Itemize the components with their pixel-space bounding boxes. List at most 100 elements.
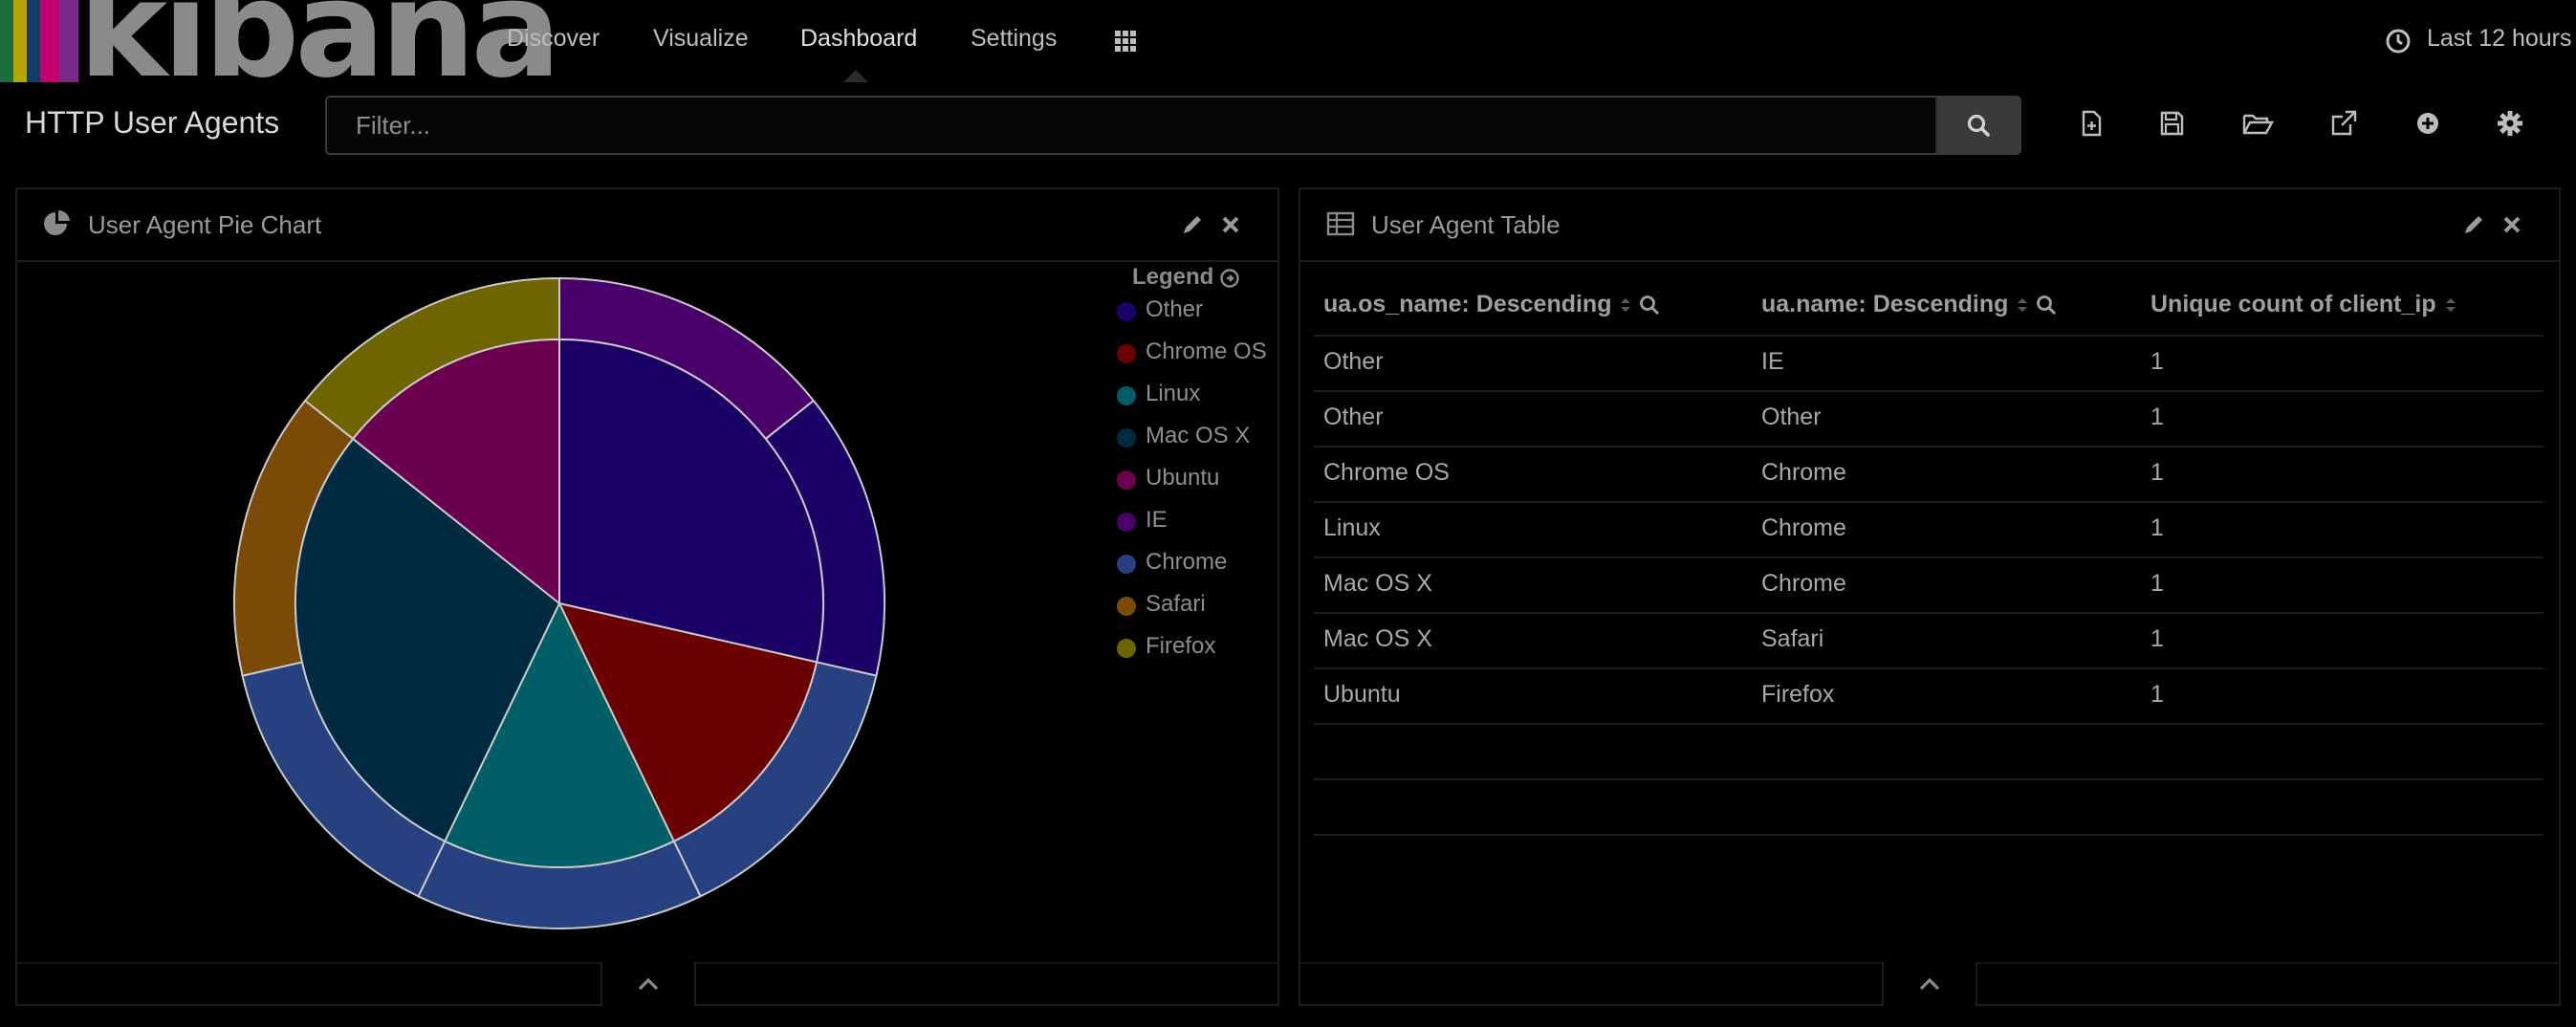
- share-icon[interactable]: [2329, 109, 2358, 138]
- legend-color-swatch: [1117, 302, 1136, 321]
- close-icon[interactable]: [1218, 212, 1243, 237]
- filter-magnify-icon[interactable]: [2035, 294, 2058, 317]
- search-icon: [1967, 114, 1990, 137]
- nav-settings[interactable]: Settings: [971, 25, 1057, 53]
- edit-pencil-icon[interactable]: [1180, 212, 1205, 237]
- table-cell: 1: [2150, 459, 2164, 486]
- new-dashboard-icon[interactable]: [2077, 109, 2106, 138]
- nav-discover[interactable]: Discover: [507, 25, 600, 53]
- pie-chart-icon: [44, 209, 70, 235]
- pie-chart-panel: User Agent Pie Chart: [15, 187, 1279, 1006]
- legend-title: Legend: [1132, 264, 1214, 290]
- time-range-label: Last 12 hours: [2427, 25, 2572, 52]
- column-header-label: ua.name: Descending: [1761, 291, 2009, 317]
- row-divider: [1314, 612, 2543, 614]
- column-header-label: Unique count of client_ip: [2150, 291, 2436, 317]
- settings-gear-icon[interactable]: [2496, 109, 2524, 138]
- table-cell[interactable]: Ubuntu: [1323, 681, 1401, 709]
- filter-input[interactable]: [327, 98, 1933, 153]
- legend-label: Mac OS X: [1146, 423, 1251, 448]
- dashboard-title: HTTP User Agents: [25, 105, 280, 140]
- table-panel-expand-toggle[interactable]: [1882, 962, 1977, 1006]
- table-cell: 1: [2150, 681, 2164, 708]
- chevron-up-icon: [638, 977, 659, 991]
- nav-dashboard[interactable]: Dashboard: [800, 25, 917, 53]
- top-nav: kibana Discover Visualize Dashboard Sett…: [0, 0, 2576, 98]
- row-divider: [1314, 501, 2543, 503]
- apps-grid-icon[interactable]: [1113, 29, 1138, 54]
- table-cell: 1: [2150, 404, 2164, 430]
- legend-label: Firefox: [1146, 633, 1216, 659]
- table-cell[interactable]: Other: [1323, 348, 1384, 376]
- row-divider: [1314, 723, 2543, 725]
- table-cell: 1: [2150, 348, 2164, 375]
- legend-color-swatch: [1117, 513, 1136, 532]
- nav-visualize[interactable]: Visualize: [653, 25, 749, 53]
- pie-panel-footer: [17, 962, 1277, 1006]
- legend-color-swatch: [1117, 344, 1136, 363]
- save-icon[interactable]: [2157, 109, 2186, 138]
- legend-color-swatch: [1117, 470, 1136, 490]
- legend-label: Chrome OS: [1146, 339, 1267, 364]
- active-nav-caret: [843, 70, 868, 82]
- column-header-ua-name[interactable]: ua.name: Descending: [1761, 291, 2058, 318]
- column-header-label: ua.os_name: Descending: [1323, 291, 1612, 317]
- clock-icon: [2386, 29, 2411, 54]
- table-cell[interactable]: Firefox: [1761, 681, 1834, 709]
- arrow-circle-right-icon: [1220, 268, 1239, 288]
- table-cell[interactable]: Mac OS X: [1323, 570, 1432, 598]
- table-cell[interactable]: Other: [1761, 404, 1822, 431]
- pie-panel-title: User Agent Pie Chart: [88, 210, 322, 239]
- legend-color-swatch: [1117, 555, 1136, 574]
- table-cell[interactable]: Safari: [1761, 625, 1823, 653]
- kibana-logo[interactable]: kibana: [0, 0, 561, 98]
- filter-bar: [325, 96, 2021, 155]
- table-icon: [1326, 211, 1355, 236]
- open-folder-icon[interactable]: [2241, 109, 2274, 138]
- row-divider: [1314, 390, 2543, 392]
- logo-text: kibana: [78, 0, 561, 108]
- table-cell: 1: [2150, 514, 2164, 541]
- pie-panel-header: User Agent Pie Chart: [17, 189, 1277, 262]
- table-panel-footer: [1300, 962, 2559, 1006]
- filter-search-button[interactable]: [1935, 98, 2019, 153]
- table-cell[interactable]: Linux: [1323, 514, 1381, 542]
- table-cell[interactable]: Chrome OS: [1323, 459, 1450, 487]
- close-icon[interactable]: [2500, 212, 2524, 237]
- table-cell[interactable]: Chrome: [1761, 459, 1846, 487]
- pie-panel-expand-toggle[interactable]: [600, 962, 696, 1006]
- edit-pencil-icon[interactable]: [2461, 212, 2486, 237]
- header-divider: [1314, 335, 2543, 337]
- column-header-os-name[interactable]: ua.os_name: Descending: [1323, 291, 1661, 318]
- legend-toggle[interactable]: Legend: [1132, 264, 1239, 291]
- sort-icon[interactable]: [1619, 295, 1632, 315]
- legend-label: Linux: [1146, 381, 1201, 406]
- table-panel-title: User Agent Table: [1371, 210, 1561, 239]
- sort-icon[interactable]: [2444, 295, 2457, 315]
- table-cell[interactable]: IE: [1761, 348, 1784, 376]
- column-header-unique-count[interactable]: Unique count of client_ip: [2150, 291, 2457, 318]
- legend-color-swatch: [1117, 597, 1136, 616]
- chevron-up-icon: [1919, 977, 1940, 991]
- sort-icon[interactable]: [2016, 295, 2029, 315]
- row-divider: [1314, 446, 2543, 448]
- table-panel-header: User Agent Table: [1300, 189, 2559, 262]
- legend-label: Safari: [1146, 591, 1206, 617]
- table-cell[interactable]: Chrome: [1761, 570, 1846, 598]
- legend-label: Chrome: [1146, 549, 1228, 575]
- filter-magnify-icon[interactable]: [1638, 294, 1661, 317]
- add-visualization-icon[interactable]: [2413, 109, 2442, 138]
- table-cell: 1: [2150, 570, 2164, 597]
- row-divider: [1314, 667, 2543, 669]
- legend-label: Other: [1146, 296, 1204, 322]
- table-cell[interactable]: Mac OS X: [1323, 625, 1432, 653]
- row-divider: [1314, 834, 2543, 836]
- legend-color-swatch: [1117, 639, 1136, 658]
- row-divider: [1314, 778, 2543, 780]
- legend-label: Ubuntu: [1146, 465, 1220, 491]
- row-divider: [1314, 557, 2543, 558]
- table-cell[interactable]: Chrome: [1761, 514, 1846, 542]
- table-cell: 1: [2150, 625, 2164, 652]
- legend-color-swatch: [1117, 386, 1136, 405]
- table-cell[interactable]: Other: [1323, 404, 1384, 431]
